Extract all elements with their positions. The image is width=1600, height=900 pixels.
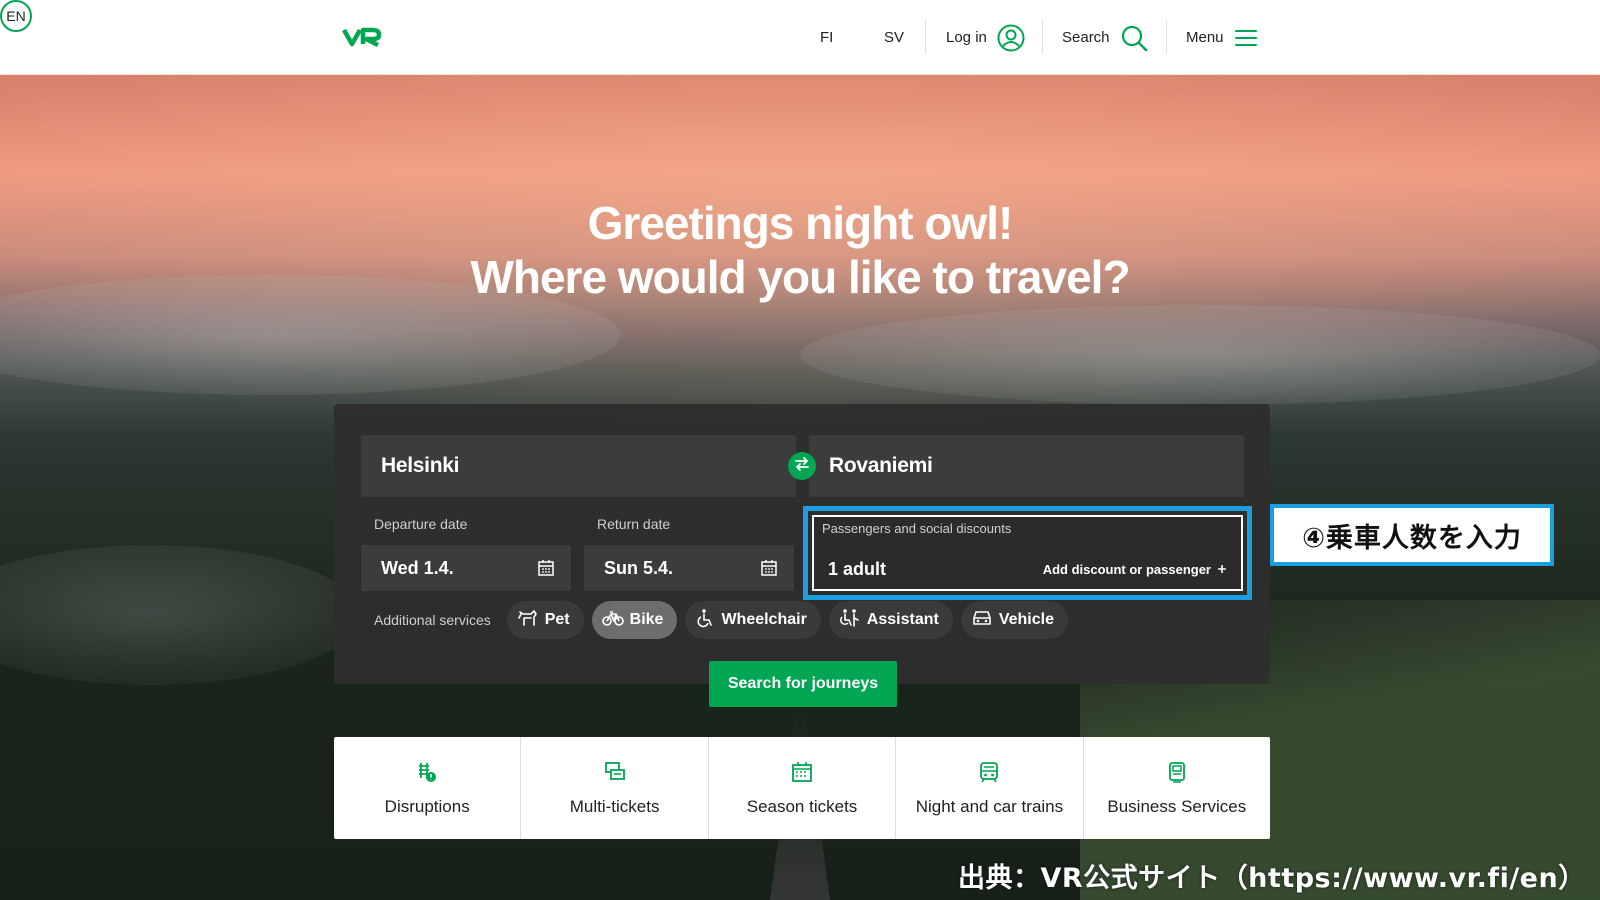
service-chip-vehicle[interactable]: Vehicle [960, 601, 1068, 639]
step-callout: ④乗車人数を入力 [1270, 504, 1554, 566]
return-date-value: Sun 5.4. [604, 557, 674, 578]
quick-links: Disruptions Multi-tickets Season tickets… [334, 737, 1270, 839]
menu-label: Menu [1186, 29, 1224, 46]
passengers-value: 1 adult [828, 559, 887, 579]
swap-icon [794, 456, 810, 477]
quick-link-disruptions[interactable]: Disruptions [334, 737, 522, 839]
origin-input[interactable]: Helsinki [361, 435, 796, 497]
destination-input[interactable]: Rovaniemi [809, 435, 1244, 497]
service-chip-wheelchair[interactable]: Wheelchair [685, 601, 821, 639]
season-tickets-icon [790, 760, 814, 789]
departure-date-input[interactable]: Wed 1.4. [361, 545, 571, 591]
passengers-label: Passengers and social discounts [822, 521, 1012, 536]
quick-link-business-services[interactable]: Business Services [1084, 737, 1270, 839]
quick-link-label: Multi-tickets [569, 796, 660, 816]
wheelchair-icon [695, 608, 715, 633]
origin-value: Helsinki [381, 454, 460, 477]
search-button[interactable]: Search [1062, 0, 1148, 75]
return-date-label: Return date [597, 516, 671, 532]
journey-search-panel: Helsinki Rovaniemi Departure date Return… [334, 404, 1270, 707]
search-journeys-button[interactable]: Search for journeys [709, 661, 897, 707]
add-discount-label: Add discount or passenger [1042, 562, 1211, 577]
passengers-highlight-frame: Passengers and social discounts 1 adult … [803, 506, 1252, 600]
quick-link-label: Night and car trains [915, 796, 1064, 816]
service-label: Pet [544, 611, 570, 628]
header-divider [1166, 20, 1167, 54]
service-chip-pet[interactable]: Pet [506, 601, 584, 639]
passengers-input[interactable]: Passengers and social discounts 1 adult … [812, 515, 1243, 591]
language-en[interactable]: EN [0, 0, 32, 32]
business-icon [1165, 760, 1189, 789]
quick-link-multi-tickets[interactable]: Multi-tickets [521, 737, 709, 839]
destination-value: Rovaniemi [829, 454, 933, 477]
plus-icon [1217, 562, 1227, 577]
hero-question: Where would you like to travel? [470, 251, 1130, 303]
source-credit: 出典：VR公式サイト（https://www.vr.fi/en） [958, 863, 1586, 894]
quick-link-label: Season tickets [746, 796, 858, 816]
search-label: Search [1062, 29, 1110, 46]
mist-layer [800, 305, 1600, 405]
menu-button[interactable]: Menu [1186, 0, 1258, 75]
service-label: Assistant [866, 611, 939, 628]
quick-link-season-tickets[interactable]: Season tickets [709, 737, 897, 839]
quick-link-label: Business Services [1107, 796, 1247, 816]
add-discount-button[interactable]: Add discount or passenger [1043, 562, 1227, 577]
login-label: Log in [946, 29, 987, 46]
swap-stations-button[interactable] [788, 452, 816, 480]
search-icon [1120, 24, 1148, 52]
assistant-icon [839, 608, 861, 633]
departure-date-value: Wed 1.4. [381, 557, 454, 578]
service-label: Vehicle [998, 611, 1054, 628]
return-date-input[interactable]: Sun 5.4. [584, 545, 794, 591]
quick-link-night-car-trains[interactable]: Night and car trains [896, 737, 1084, 839]
additional-services: Additional services Pet Bike Wheelchair … [374, 600, 1068, 640]
vehicle-icon [971, 609, 993, 632]
hero-greeting: Greetings night owl! [587, 197, 1014, 249]
vr-logo[interactable] [342, 24, 382, 50]
service-label: Wheelchair [721, 611, 807, 628]
calendar-icon [537, 559, 555, 582]
login-button[interactable]: Log in [946, 0, 1025, 75]
train-icon [977, 760, 1001, 789]
hamburger-icon [1234, 28, 1258, 48]
user-icon [997, 24, 1025, 52]
service-chip-bike[interactable]: Bike [591, 601, 678, 639]
pet-icon [517, 608, 539, 633]
language-fi[interactable]: FI [820, 0, 833, 75]
header-divider [925, 20, 926, 54]
language-sv[interactable]: SV [884, 0, 904, 75]
departure-date-label: Departure date [374, 516, 468, 532]
service-chip-assistant[interactable]: Assistant [828, 601, 953, 639]
site-header: FI EN SV Log in Search Menu [0, 0, 1600, 75]
bike-icon [601, 609, 624, 632]
calendar-icon [760, 559, 778, 582]
disruptions-icon [416, 760, 438, 789]
service-label: Bike [629, 611, 664, 628]
additional-services-label: Additional services [374, 612, 491, 628]
header-divider [1042, 20, 1043, 54]
multi-tickets-icon [603, 760, 627, 789]
quick-link-label: Disruptions [384, 796, 470, 816]
